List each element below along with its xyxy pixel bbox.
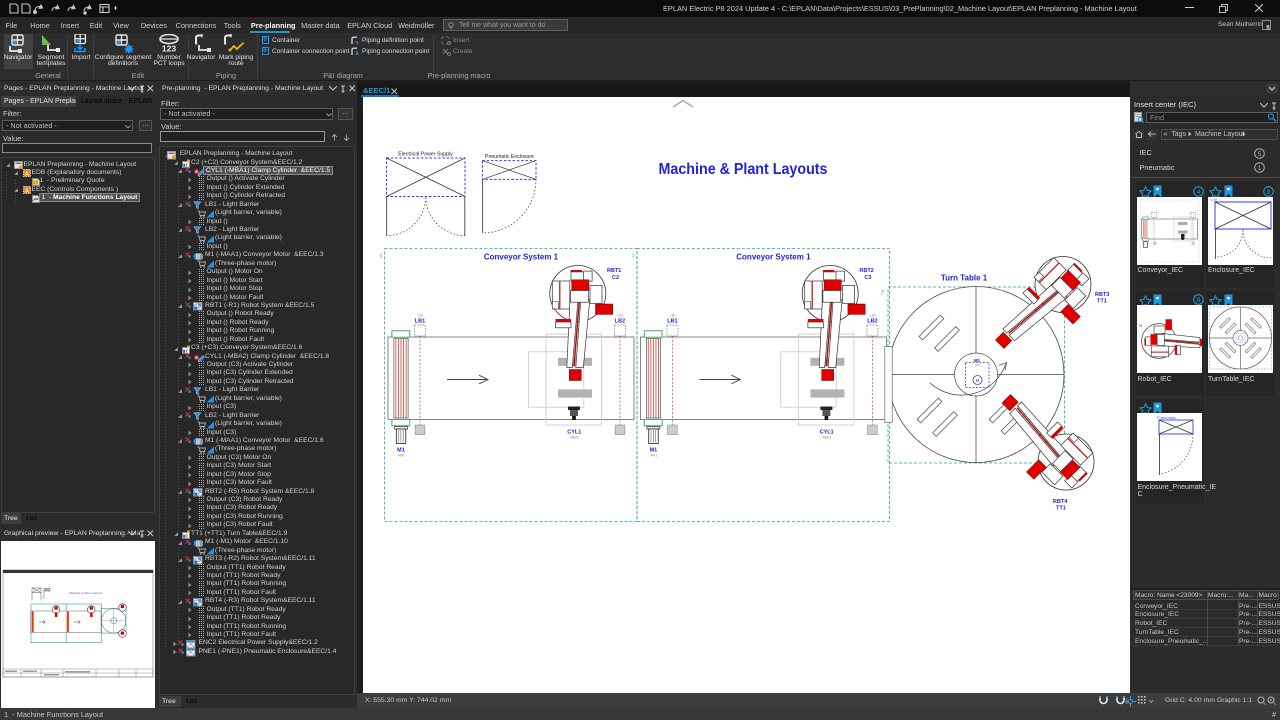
svg-text:M: M [976,378,980,383]
svg-text:Pneumatic Enclosure: Pneumatic Enclosure [485,154,534,160]
svg-text:4.0: 4.0 [379,253,383,258]
svg-text:5: 5 [1258,151,1262,158]
svg-text:TT1: TT1 [1056,506,1066,512]
svg-text:-LB1: -LB1 [417,314,424,318]
svg-text:1: 1 [1258,165,1262,172]
svg-text:Machine & Plant Layouts: Machine & Plant Layouts [69,591,103,595]
svg-text:-LB2: -LB2 [869,314,876,318]
svg-text:4.0: 4.0 [631,253,635,258]
svg-text:-LB1: -LB1 [669,314,676,318]
svg-text:-MBA1: -MBA1 [822,436,832,440]
svg-text:-M1: -M1 [974,363,979,367]
svg-text:LB2: LB2 [615,319,625,325]
svg-text:M: M [1139,323,1142,328]
svg-text:TT1: TT1 [1097,299,1107,305]
svg-text:-MA1: -MA1 [397,454,405,458]
svg-text:TT1: TT1 [881,289,885,295]
svg-text:LB2: LB2 [867,319,877,325]
svg-text:Turn Table 1: Turn Table 1 [941,274,988,283]
svg-text:-LB2: -LB2 [617,314,624,318]
svg-text:RBT2: RBT2 [859,268,873,274]
svg-text:LB1: LB1 [415,319,425,325]
svg-text:-MA1: -MA1 [650,454,658,458]
svg-text:C3: C3 [864,275,871,281]
svg-text:Pneumatic: Pneumatic [1157,415,1176,420]
svg-text:4: 4 [1196,189,1200,196]
svg-text:LB1: LB1 [667,319,677,325]
svg-text:Electrical Power Supply: Electrical Power Supply [398,152,453,158]
svg-text:Machine & Plant Layouts: Machine & Plant Layouts [659,161,828,178]
svg-text:8: 8 [1267,189,1271,196]
svg-text:RBT4: RBT4 [1053,499,1068,505]
svg-text:RBT3: RBT3 [1095,292,1109,298]
svg-text:Conveyor System 1: Conveyor System 1 [484,253,559,262]
svg-text:123: 123 [162,44,176,54]
svg-text:Conveyor System 1: Conveyor System 1 [736,253,811,262]
svg-text:-MBA1: -MBA1 [569,436,579,440]
svg-text:8: 8 [1196,297,1200,304]
svg-text:C2: C2 [612,275,619,281]
svg-text:RBT1: RBT1 [607,268,621,274]
